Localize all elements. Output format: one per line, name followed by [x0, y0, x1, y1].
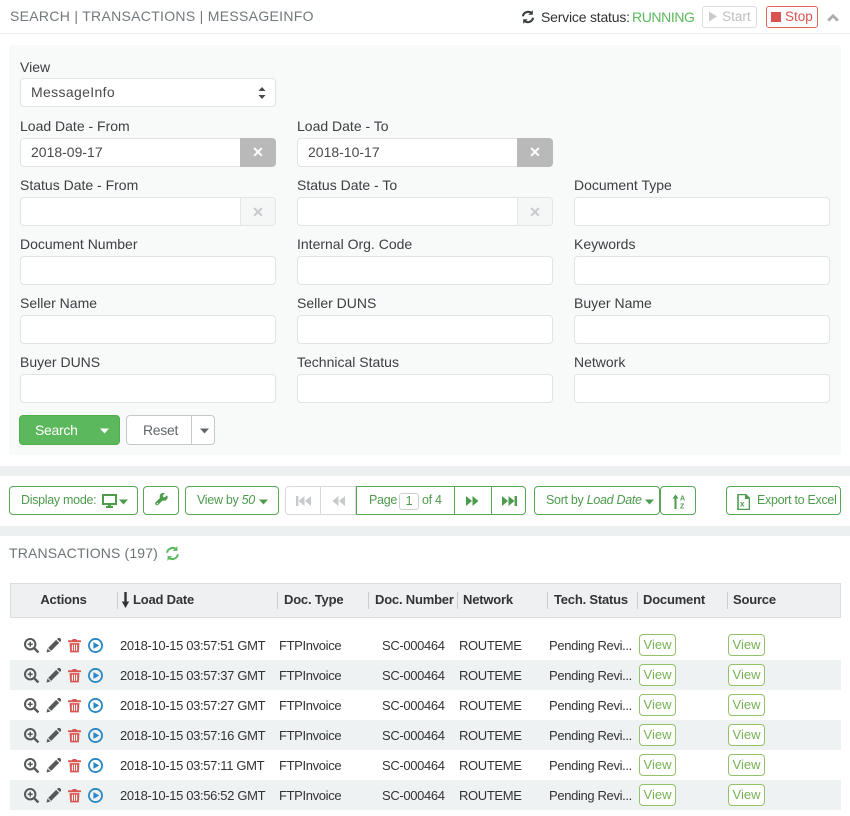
- svg-text:x: x: [740, 500, 745, 509]
- svg-text:Z: Z: [680, 504, 685, 510]
- svg-text:A: A: [680, 496, 685, 503]
